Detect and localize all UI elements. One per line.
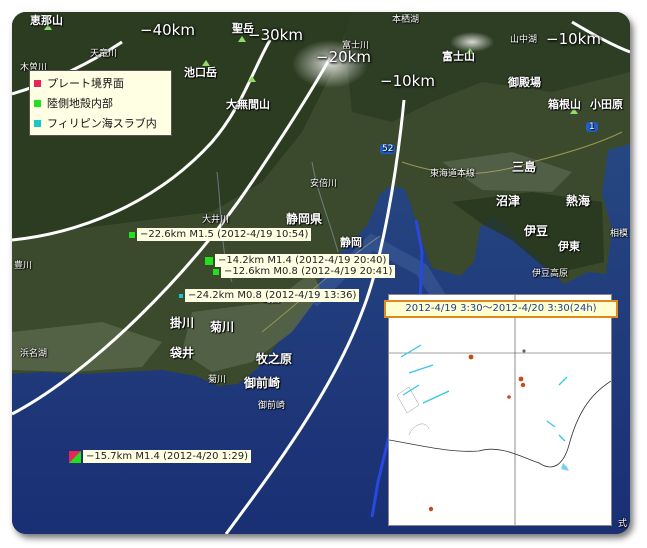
place-label-odawara: 小田原 <box>590 98 623 111</box>
contour-label-40km: −40km <box>140 21 195 39</box>
place-label-izu: 伊豆 <box>524 224 549 238</box>
legend-item-slab: フィリピン海スラブ内 <box>34 113 167 133</box>
place-label-tokaido: 東海道本線 <box>430 169 476 179</box>
place-label-gotemba: 御殿場 <box>508 76 541 89</box>
legend: プレート境界面 陸側地殻内部 フィリピン海スラブ内 <box>29 70 172 136</box>
quake-marker-5[interactable]: −15.7km M1.4 (2012-4/20 1:29) <box>69 450 252 463</box>
quake-dot-5 <box>69 450 81 463</box>
place-label-omaezaki: 御前崎 <box>244 376 281 390</box>
quake-marker-4[interactable]: −24.2km M0.8 (2012-4/19 13:36) <box>179 289 360 302</box>
quake-marker-3[interactable]: −12.6km M0.8 (2012-4/19 20:41) <box>213 265 396 278</box>
place-label-kikugawa: 菊川 <box>210 320 235 334</box>
contour-label-30km: −30km <box>248 26 303 44</box>
place-label-fuji: 富士山 <box>442 50 475 63</box>
place-label-ikeguchi: 池口岳 <box>184 66 217 79</box>
quake-dot-1 <box>129 231 135 238</box>
quake-dot-4 <box>179 293 183 298</box>
place-label-mishima: 三島 <box>512 160 537 174</box>
place-label-daimuken: 大無間山 <box>226 98 270 111</box>
place-label-sagami: 相模 <box>610 229 629 239</box>
quake-label-1: −22.6km M1.5 (2012-4/19 10:54) <box>137 228 312 241</box>
quake-label-5: −15.7km M1.4 (2012-4/20 1:29) <box>83 450 252 463</box>
route-badge-52: 52 <box>380 144 396 154</box>
inset-map <box>388 294 612 526</box>
place-label-enasan: 恵那山 <box>30 14 63 27</box>
inset-map-canvas <box>389 295 611 525</box>
inset-title: 2012-4/19 3:30〜2012-4/20 3:30(24h) <box>384 300 618 318</box>
place-label-yamanaka: 山中湖 <box>510 35 538 45</box>
contour-label-10km: −10km <box>380 72 435 90</box>
legend-item-plate-boundary: プレート境界面 <box>34 73 167 93</box>
place-label-kikugawa-small: 菊川 <box>208 375 227 385</box>
place-label-atami: 熱海 <box>566 194 591 208</box>
place-label-abe: 安倍川 <box>310 179 338 189</box>
quake-marker-1[interactable]: −22.6km M1.5 (2012-4/19 10:54) <box>129 228 312 241</box>
place-label-shiki: 式 <box>618 519 628 529</box>
legend-item-crust: 陸側地殻内部 <box>34 93 167 113</box>
quake-label-4: −24.2km M0.8 (2012-4/19 13:36) <box>185 289 360 302</box>
place-label-shizuoka: 静岡 <box>340 236 362 249</box>
legend-label-crust: 陸側地殻内部 <box>47 97 113 110</box>
place-label-shizuoka-pref: 静岡県 <box>286 212 323 226</box>
map-frame: 恵那山 天竜川 木曽川 聖岳 池口岳 大無間山 富士川 本栖湖 富士山 山中湖 … <box>12 12 630 534</box>
legend-swatch-crust <box>34 99 41 107</box>
place-label-toyo: 豊川 <box>14 261 33 271</box>
place-label-omaezaki-small: 御前崎 <box>258 401 286 411</box>
place-label-makinohara: 牧之原 <box>256 352 293 366</box>
legend-label-slab: フィリピン海スラブ内 <box>47 117 157 130</box>
legend-label-plate-boundary: プレート境界面 <box>47 77 124 90</box>
place-label-motosu: 本栖湖 <box>392 15 420 25</box>
legend-swatch-slab <box>34 119 41 127</box>
contour-label-20km: −20km <box>316 48 371 66</box>
place-label-tenryu: 天竜川 <box>90 49 118 59</box>
place-label-kakegawa: 掛川 <box>170 316 195 330</box>
place-label-numazu: 沼津 <box>496 194 521 208</box>
legend-swatch-plate-boundary <box>34 79 41 87</box>
contour-label-10km-east: −10km <box>546 30 601 48</box>
quake-dot-3 <box>213 268 219 275</box>
place-label-ito: 伊東 <box>558 240 580 253</box>
route-badge-1: 1 <box>586 122 598 132</box>
quake-label-3: −12.6km M0.8 (2012-4/19 20:41) <box>221 265 396 278</box>
place-label-hamanako: 浜名湖 <box>20 349 48 359</box>
place-label-ooi: 大井川 <box>202 215 230 225</box>
place-label-fukuroi: 袋井 <box>170 346 195 360</box>
quake-dot-2 <box>205 256 213 265</box>
place-label-hakone: 箱根山 <box>548 98 581 111</box>
place-label-izukogen: 伊豆高原 <box>532 269 569 279</box>
